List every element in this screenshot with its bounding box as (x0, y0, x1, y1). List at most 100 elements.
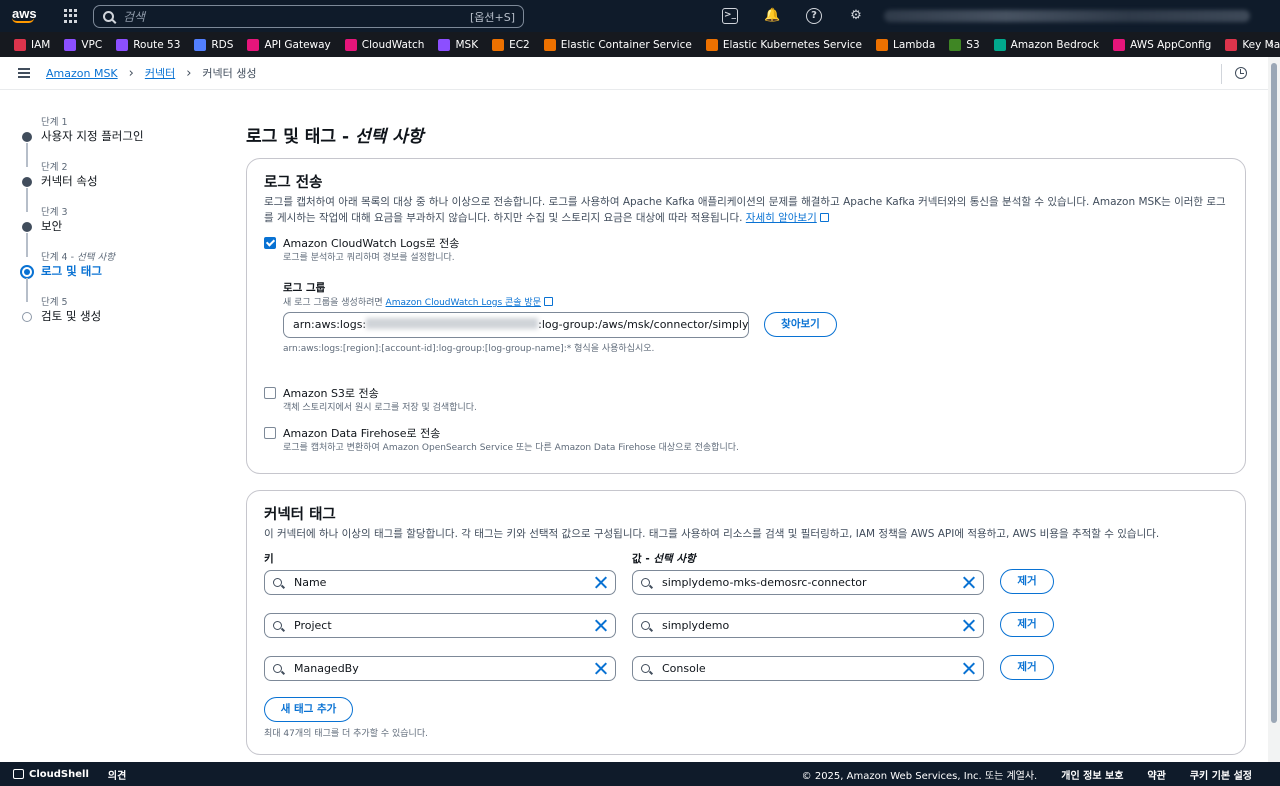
cloudshell-button[interactable]: CloudShell (13, 769, 89, 780)
s3-description: 객체 스토리지에서 원시 로그를 저장 및 검색합니다. (283, 403, 477, 413)
favorites-bar: IAM VPC Route 53 RDS API Gateway CloudWatch MS… (0, 32, 1280, 57)
notifications-bell-icon[interactable]: 🔔 (764, 8, 780, 24)
remove-tag-button[interactable]: 제거 (1000, 655, 1054, 680)
cloudwatch-console-link[interactable]: Amazon CloudWatch Logs 콘솔 방문 (386, 298, 541, 308)
favorite-rds[interactable]: RDS (194, 38, 234, 51)
hamburger-menu-icon[interactable] (18, 68, 30, 78)
firehose-checkbox[interactable] (264, 427, 276, 439)
clear-x-icon[interactable] (594, 619, 607, 632)
page-scrollbar[interactable] (1268, 57, 1280, 762)
help-icon[interactable]: ? (806, 8, 822, 24)
favorite-s3[interactable]: S3 (949, 38, 980, 51)
step-1[interactable]: 단계 1 사용자 지정 플러그인 (20, 114, 220, 167)
breadcrumb-amazon-msk[interactable]: Amazon MSK (46, 67, 118, 80)
search-input[interactable]: 검색 [옵션+S] (93, 5, 524, 28)
service-icon (247, 38, 260, 51)
page-title: 로그 및 태그 - 선택 사항 (246, 127, 424, 147)
favorite-iam[interactable]: IAM (14, 38, 50, 51)
favorite-ec2[interactable]: EC2 (492, 38, 530, 51)
clear-x-icon[interactable] (594, 576, 607, 589)
step-number: 단계 4 - 선택 사항 (41, 252, 115, 263)
settings-gear-icon[interactable]: ⚙ (848, 8, 864, 24)
favorite-msk[interactable]: MSK (438, 38, 479, 51)
top-navigation: aws 검색 [옵션+S] >_ 🔔 ? ⚙ (0, 0, 1280, 32)
favorite-vpc[interactable]: VPC (64, 38, 103, 51)
remove-tag-button[interactable]: 제거 (1000, 569, 1054, 594)
favorite-api-gateway[interactable]: API Gateway (247, 38, 331, 51)
clear-x-icon[interactable] (962, 619, 975, 632)
key-column-header: 키 (264, 553, 274, 565)
step-number: 단계 5 (41, 297, 68, 308)
scrollbar-thumb[interactable] (1271, 63, 1277, 723)
search-icon (641, 664, 650, 673)
favorite-label: MSK (455, 38, 479, 51)
log-delivery-panel: 로그 전송 로그를 캡처하여 아래 목록의 대상 중 하나 이상으로 전송합니다… (246, 158, 1246, 474)
clear-x-icon[interactable] (594, 662, 607, 675)
clear-x-icon[interactable] (962, 576, 975, 589)
step-label: 커넥터 속성 (41, 174, 98, 188)
aws-logo-text: aws (12, 6, 37, 21)
favorite-amazon-bedrock[interactable]: Amazon Bedrock (993, 38, 1099, 51)
tag-key-input[interactable]: Project (264, 613, 616, 638)
add-tag-button[interactable]: 새 태그 추가 (264, 697, 353, 722)
recent-clock-icon[interactable] (1235, 67, 1247, 79)
service-icon (876, 38, 888, 51)
s3-checkbox[interactable] (264, 387, 276, 399)
account-menu-redacted[interactable] (884, 10, 1250, 22)
search-icon (641, 621, 650, 630)
tag-value-input[interactable]: simplydemo (632, 613, 984, 638)
service-icon (705, 38, 718, 51)
breadcrumb-connectors[interactable]: 커넥터 (145, 65, 175, 81)
aws-logo[interactable]: aws (12, 6, 38, 23)
service-icon (438, 38, 451, 51)
chevron-right-icon[interactable]: › (1269, 37, 1274, 51)
clear-x-icon[interactable] (962, 662, 975, 675)
terminal-icon (13, 769, 24, 779)
firehose-description: 로그를 캡처하고 변환하여 Amazon OpenSearch Service … (283, 443, 739, 453)
terms-link[interactable]: 약관 (1147, 767, 1165, 782)
favorite-label: RDS (211, 38, 234, 51)
step-label: 검토 및 생성 (41, 309, 102, 323)
privacy-link[interactable]: 개인 정보 보호 (1061, 767, 1123, 782)
learn-more-link[interactable]: 자세히 알아보기 (746, 212, 817, 224)
remove-tag-button[interactable]: 제거 (1000, 612, 1054, 637)
step-complete-icon (22, 222, 32, 232)
favorite-label: Elastic Container Service (560, 38, 692, 51)
search-icon (273, 578, 282, 587)
favorite-cloudwatch[interactable]: CloudWatch (344, 38, 424, 51)
step-pending-icon (22, 312, 32, 322)
tag-value-value: simplydemo (662, 619, 730, 632)
step-2[interactable]: 단계 2 커넥터 속성 (20, 159, 220, 212)
favorite-lambda[interactable]: Lambda (876, 38, 936, 51)
feedback-link[interactable]: 의견 (108, 767, 126, 782)
step-complete-icon (22, 132, 32, 142)
browse-button[interactable]: 찾아보기 (764, 312, 837, 337)
chevron-right-icon: › (128, 65, 134, 81)
cloudshell-icon[interactable]: >_ (722, 8, 738, 24)
tag-value-input[interactable]: simplydemo-mks-demosrc-connector (632, 570, 984, 595)
tag-value-input[interactable]: Console (632, 656, 984, 681)
favorite-aws-appconfig[interactable]: AWS AppConfig (1113, 38, 1211, 51)
tag-key-input[interactable]: Name (264, 570, 616, 595)
firehose-label: Amazon Data Firehose로 전송 (283, 427, 441, 440)
favorite-elastic-kubernetes-service[interactable]: Elastic Kubernetes Service (705, 38, 862, 51)
cloudwatch-checkbox[interactable] (264, 237, 276, 249)
favorite-elastic-container-service[interactable]: Elastic Container Service (543, 38, 692, 51)
log-group-arn-input[interactable]: arn:aws:logs::log-group:/aws/msk/connect… (283, 312, 749, 338)
service-icon (14, 38, 26, 51)
favorite-route-53[interactable]: Route 53 (116, 38, 180, 51)
breadcrumb-bar: Amazon MSK › 커넥터 › 커넥터 생성 (0, 57, 1280, 90)
step-4: 단계 4 - 선택 사항 로그 및 태그 (20, 249, 220, 302)
service-icon (949, 38, 962, 51)
tag-key-input[interactable]: ManagedBy (264, 656, 616, 681)
cookie-preferences-link[interactable]: 쿠키 기본 설정 (1190, 767, 1252, 782)
service-icon (492, 38, 505, 51)
favorite-label: Lambda (893, 38, 936, 51)
service-icon (64, 38, 77, 51)
log-delivery-title: 로그 전송 (264, 175, 323, 191)
step-number: 단계 1 (41, 117, 68, 128)
favorite-label: VPC (81, 38, 103, 51)
step-3[interactable]: 단계 3 보안 (20, 204, 220, 257)
favorite-label: Elastic Kubernetes Service (722, 38, 862, 51)
services-menu-icon[interactable] (64, 9, 78, 23)
